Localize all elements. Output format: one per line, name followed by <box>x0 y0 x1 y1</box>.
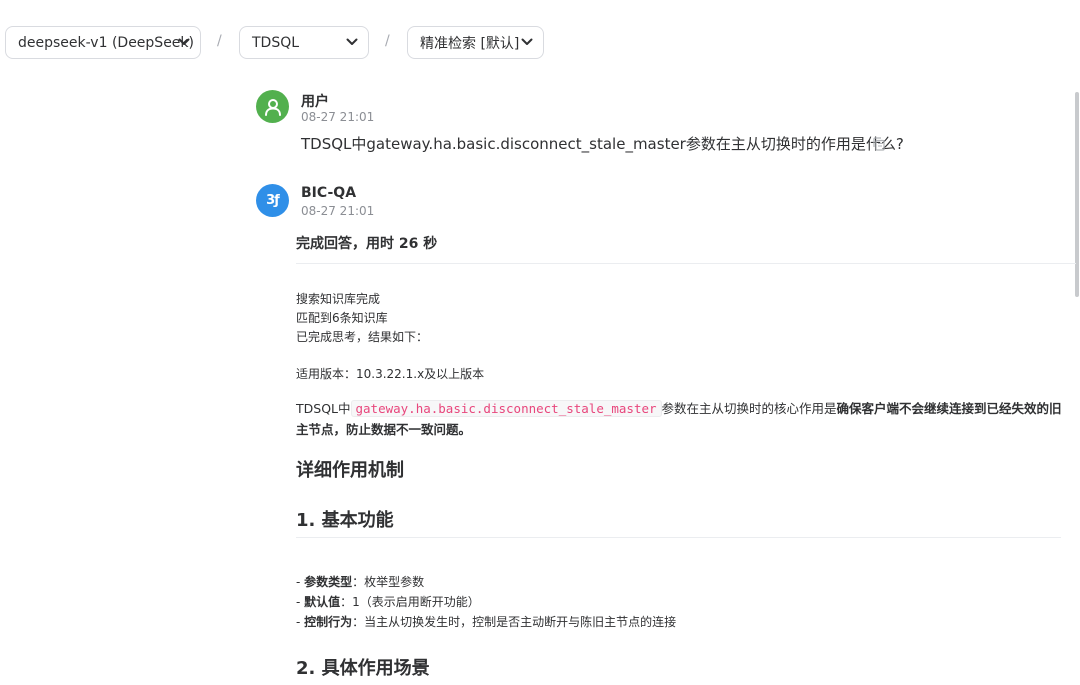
list-item-text: ：枚举型参数 <box>352 575 425 589</box>
user-question-text: TDSQL中gateway.ha.basic.disconnect_stale_… <box>301 135 904 153</box>
section-heading: 1. 基本功能 <box>296 510 394 531</box>
scrollbar[interactable] <box>1075 92 1079 297</box>
answer-status: 完成回答，用时 26 秒 <box>296 236 438 252</box>
list-item: - 默认值：1（表示启用断开功能） <box>296 595 480 609</box>
chevron-down-icon <box>178 38 190 45</box>
divider <box>296 537 1061 538</box>
list-item: - 控制行为：当主从切换发生时，控制是否主动断开与陈旧主节点的连接 <box>296 615 677 629</box>
toolbar: deepseek-v1 (DeepSeek) / TDSQL / 精准检索 [默… <box>0 0 1080 86</box>
bot-message: 3ƒ BIC-QA 08-27 21:01 <box>256 184 556 224</box>
message-timestamp: 08-27 21:01 <box>301 204 375 218</box>
search-mode-select-value: 精准检索 [默认] <box>420 35 520 52</box>
user-message: 用户 08-27 21:01 TDSQL中gateway.ha.basic.di… <box>256 90 956 170</box>
list-item-label: 参数类型 <box>304 575 353 589</box>
model-select-value: deepseek-v1 (DeepSeek) <box>18 34 194 51</box>
list-item-label: 控制行为 <box>304 615 353 629</box>
breadcrumb-separator: / <box>385 33 390 49</box>
avatar: 3ƒ <box>256 184 289 217</box>
intro-paragraph: TDSQL中 gateway.ha.basic.disconnect_stale_… <box>296 398 1066 440</box>
message-author: BIC-QA <box>301 185 357 201</box>
knowledge-base-select[interactable]: TDSQL <box>239 26 369 59</box>
breadcrumb-separator: / <box>217 33 222 49</box>
message-author: 用户 <box>301 94 329 110</box>
message-timestamp: 08-27 21:01 <box>301 110 375 124</box>
intro-prefix: TDSQL中 <box>296 401 351 416</box>
section-heading: 2. 具体作用场景 <box>296 658 430 679</box>
avatar <box>256 90 289 123</box>
version-line: 适用版本：10.3.22.1.x及以上版本 <box>296 367 485 381</box>
bot-logo-icon: 3ƒ <box>266 193 280 208</box>
copy-icon[interactable] <box>871 136 887 152</box>
list-item-text: ：1（表示启用断开功能） <box>340 595 480 609</box>
user-icon <box>264 98 281 116</box>
parameter-code: gateway.ha.basic.disconnect_stale_master <box>350 400 662 417</box>
list-item-label: 默认值 <box>304 595 341 609</box>
intro-mid: 参数在主从切换时的核心作用是 <box>661 401 837 416</box>
list-item: - 参数类型：枚举型参数 <box>296 575 425 589</box>
knowledge-base-select-value: TDSQL <box>252 34 300 51</box>
search-mode-select[interactable]: 精准检索 [默认] <box>407 26 544 59</box>
status-line: 匹配到6条知识库 <box>296 311 388 325</box>
model-select[interactable]: deepseek-v1 (DeepSeek) <box>5 26 201 59</box>
list-item-text: ：当主从切换发生时，控制是否主动断开与陈旧主节点的连接 <box>352 615 677 629</box>
divider <box>296 263 1076 264</box>
chevron-down-icon <box>521 38 533 45</box>
chevron-down-icon <box>346 38 358 45</box>
section-heading: 详细作用机制 <box>296 460 404 481</box>
status-line: 搜索知识库完成 <box>296 292 381 306</box>
status-line: 已完成思考，结果如下： <box>296 330 429 344</box>
